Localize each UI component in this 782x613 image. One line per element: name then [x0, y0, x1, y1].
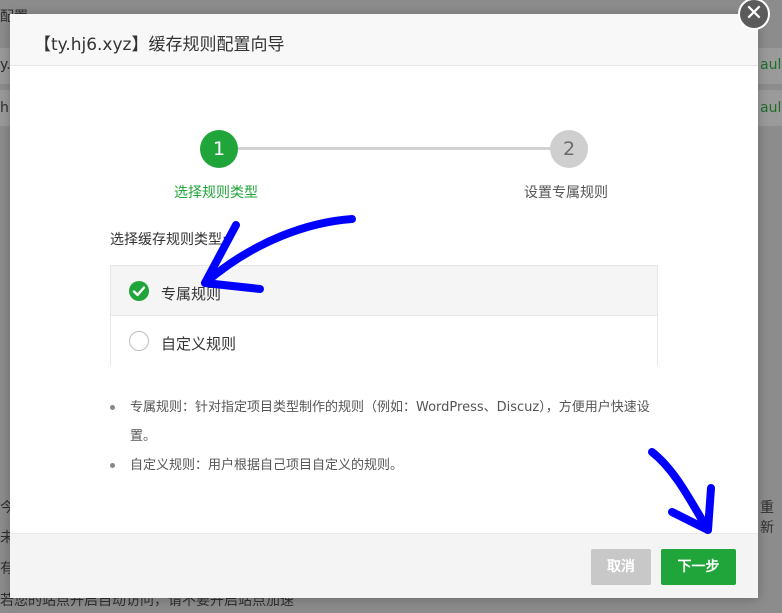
- dialog-header: 【ty.hj6.xyz】缓存规则配置向导: [10, 14, 758, 66]
- step-2-label: 设置专属规则: [524, 185, 608, 201]
- option-dedicated-rule[interactable]: 专属规则: [111, 266, 657, 316]
- dialog-title: 【ty.hj6.xyz】缓存规则配置向导: [34, 35, 285, 55]
- note-text: 自定义规则：用户根据自己项目自定义的规则。: [130, 458, 404, 473]
- close-icon[interactable]: ✕: [738, 0, 770, 30]
- background-text: 重新: [760, 500, 774, 536]
- option-label: 专属规则: [161, 285, 222, 303]
- dialog-footer: 取消 下一步: [10, 533, 758, 598]
- step-2-indicator: 2: [550, 130, 588, 168]
- step-1-indicator: 1: [200, 130, 238, 168]
- cancel-button[interactable]: 取消: [591, 549, 651, 585]
- background-text: h: [0, 100, 9, 116]
- bullet-icon: [110, 463, 115, 468]
- option-custom-rule[interactable]: 自定义规则: [111, 316, 657, 366]
- note-item: 专属规则：针对指定项目类型制作的规则（例如：WordPress、Discuz），…: [110, 393, 660, 451]
- bullet-icon: [110, 405, 115, 410]
- stepper-line: [238, 147, 550, 150]
- note-text: 专属规则：针对指定项目类型制作的规则（例如：WordPress、Discuz），…: [130, 400, 650, 444]
- cache-rule-wizard-dialog: 【ty.hj6.xyz】缓存规则配置向导 1 2 选择规则类型 设置专属规则 选…: [10, 14, 758, 598]
- background-text: ault: [760, 100, 782, 116]
- option-label: 自定义规则: [161, 335, 237, 353]
- check-circle-icon[interactable]: [129, 281, 149, 301]
- rule-notes: 专属规则：针对指定项目类型制作的规则（例如：WordPress、Discuz），…: [110, 393, 660, 480]
- note-item: 自定义规则：用户根据自己项目自定义的规则。: [110, 451, 660, 480]
- rule-type-options: 专属规则 自定义规则: [110, 265, 658, 366]
- background-text: ault: [760, 57, 782, 73]
- radio-empty-icon[interactable]: [129, 331, 149, 351]
- next-step-button[interactable]: 下一步: [661, 549, 736, 585]
- step-1-label: 选择规则类型: [174, 185, 258, 201]
- rule-type-label: 选择缓存规则类型:: [110, 232, 227, 248]
